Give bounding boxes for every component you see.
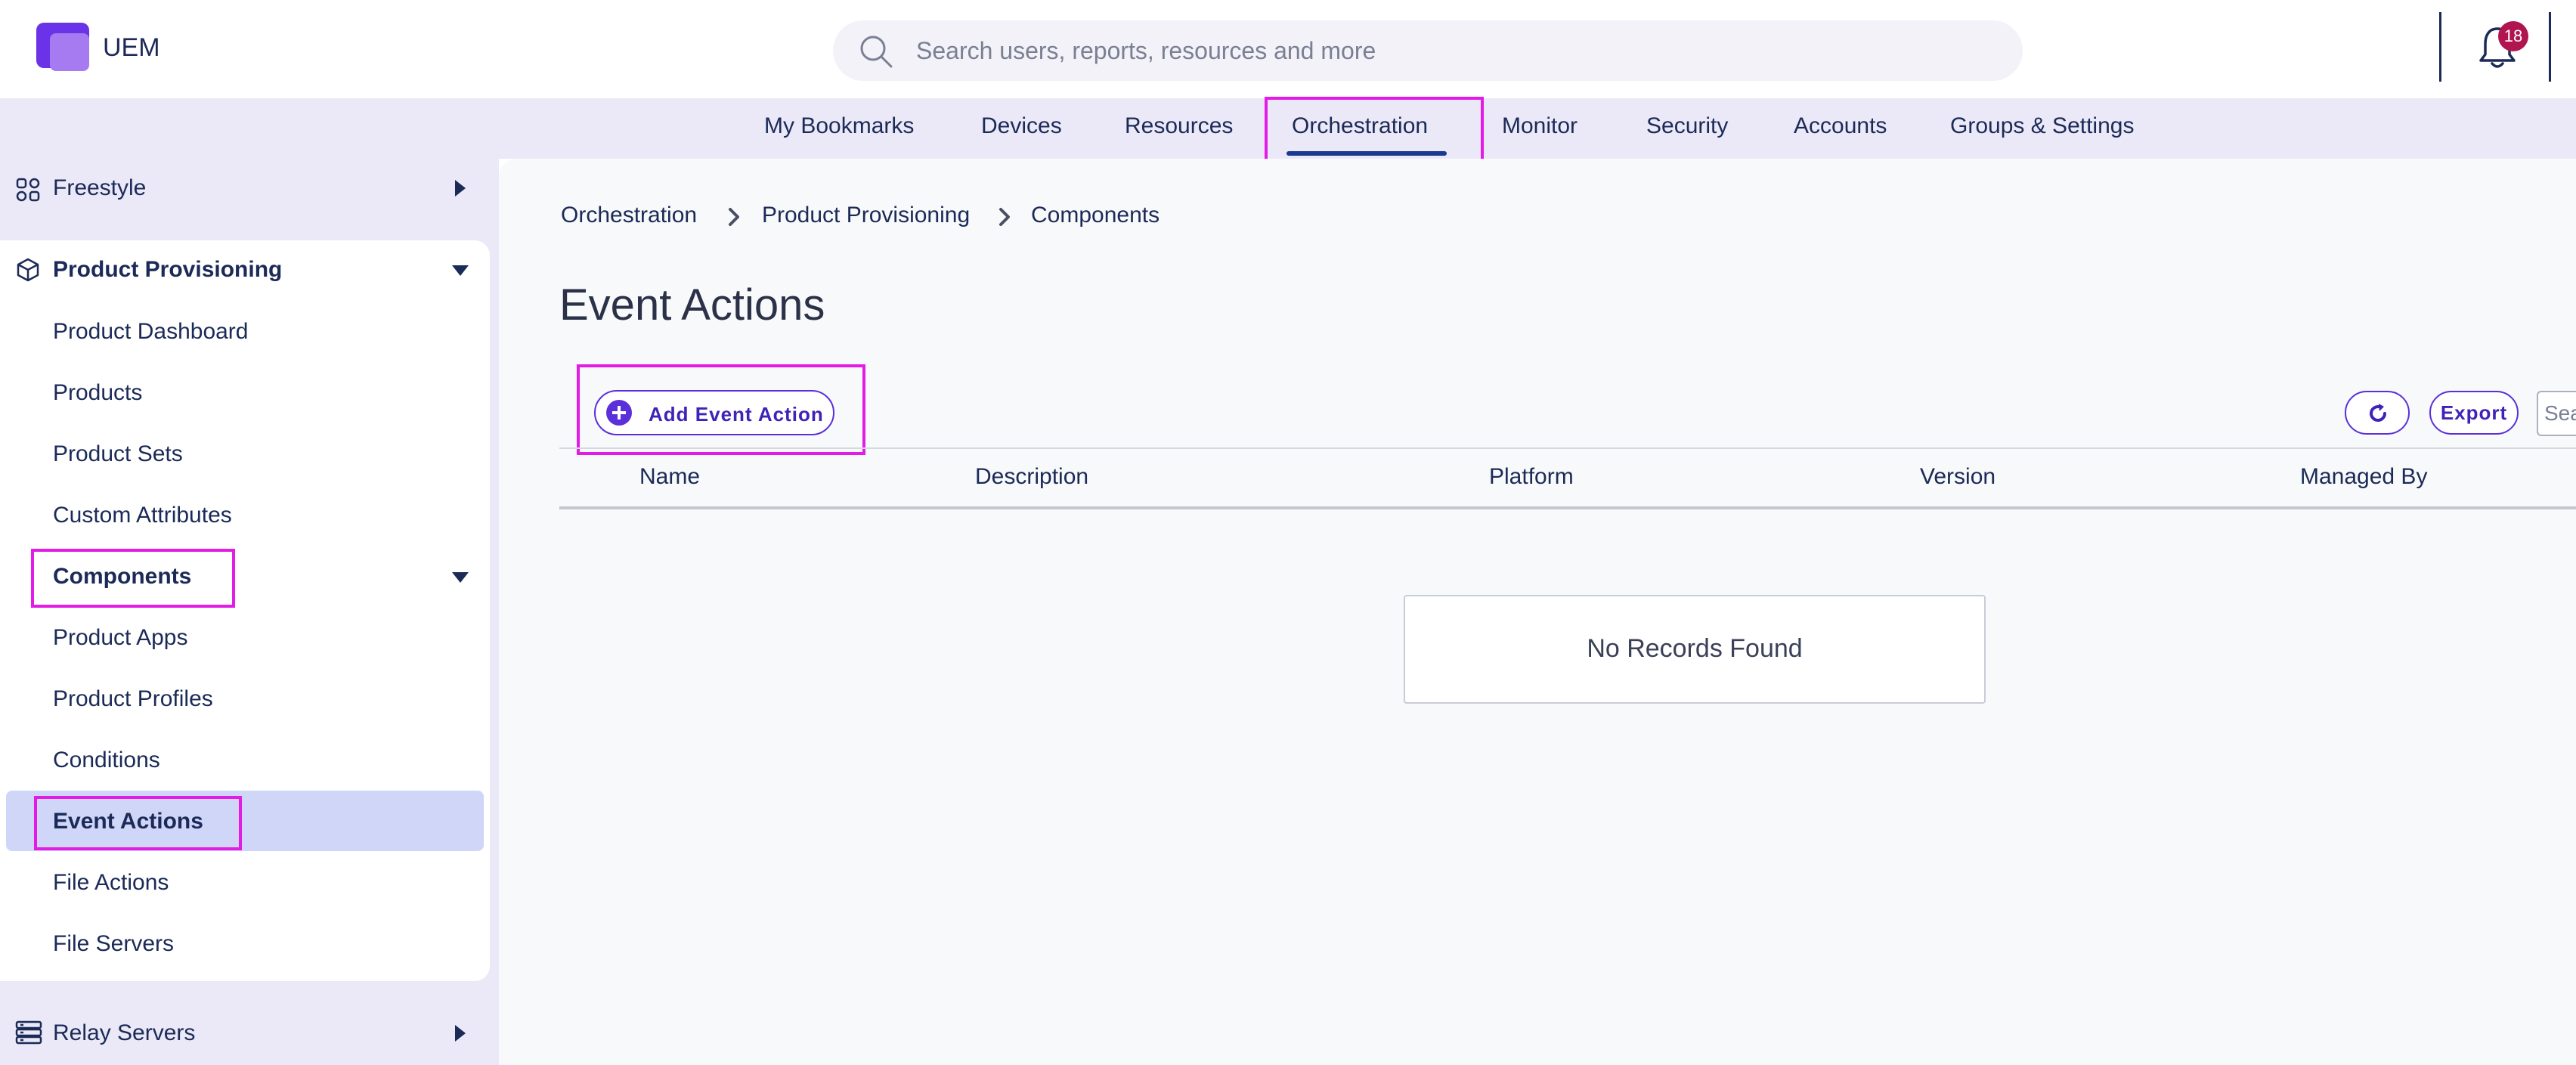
empty-state-message: No Records Found [1587,634,1803,663]
column-header-description[interactable]: Description [975,464,1088,490]
sidebar-item-file-servers[interactable]: File Servers [53,931,174,957]
grid-search-input[interactable] [2537,391,2576,436]
sidebar-item-product-apps[interactable]: Product Apps [53,625,187,651]
chevron-right-icon [729,208,739,226]
refresh-icon [2370,404,2386,422]
tab-resources[interactable]: Resources [1125,113,1233,139]
tab-groups-settings[interactable]: Groups & Settings [1950,113,2134,139]
tab-accounts[interactable]: Accounts [1794,113,1887,139]
breadcrumb-components[interactable]: Components [1031,203,1160,228]
box-icon [17,258,39,282]
sidebar-item-custom-attributes[interactable]: Custom Attributes [53,503,232,528]
tab-monitor[interactable]: Monitor [1502,113,1577,139]
tab-my-bookmarks[interactable]: My Bookmarks [764,113,914,139]
refresh-button[interactable] [2345,391,2410,435]
column-header-version[interactable]: Version [1920,464,1995,490]
sidebar-item-products[interactable]: Products [53,380,142,406]
global-search[interactable] [833,20,2023,81]
sidebar-item-product-dashboard[interactable]: Product Dashboard [53,319,249,345]
sidebar-item-relay-servers[interactable]: Relay Servers [53,1020,195,1046]
page-title: Event Actions [559,280,825,330]
chevron-down-icon[interactable] [452,572,469,583]
sidebar-item-freestyle[interactable]: Freestyle [53,175,146,201]
notification-badge: 18 [2498,21,2528,51]
empty-state: No Records Found [1404,595,1986,704]
chevron-down-icon[interactable] [452,265,469,276]
column-header-managed-by[interactable]: Managed By [2300,464,2427,490]
column-header-platform[interactable]: Platform [1489,464,1574,490]
highlight-box [34,796,242,850]
sidebar-item-product-profiles[interactable]: Product Profiles [53,686,213,712]
sidebar-item-product-sets[interactable]: Product Sets [53,441,183,467]
chevron-right-icon [999,208,1010,226]
tab-devices[interactable]: Devices [981,113,1062,139]
header-divider [2439,12,2441,82]
highlight-box [577,364,865,455]
freestyle-icon [16,178,40,202]
sidebar-item-file-actions[interactable]: File Actions [53,870,169,896]
breadcrumb-product-provisioning[interactable]: Product Provisioning [762,203,970,228]
chevron-right-icon[interactable] [455,180,466,197]
sidebar-item-conditions[interactable]: Conditions [53,748,160,773]
export-button[interactable]: Export [2429,391,2519,435]
app-logo[interactable] [36,23,89,71]
chevron-right-icon[interactable] [455,1025,466,1042]
breadcrumb-orchestration[interactable]: Orchestration [561,203,697,228]
app-name: UEM [103,33,160,62]
highlight-box [31,549,235,608]
search-input[interactable] [916,20,1989,81]
sidebar-item-product-provisioning[interactable]: Product Provisioning [53,257,282,283]
search-icon [860,36,893,68]
table-header-bottom-border [559,506,2576,509]
server-icon [15,1020,42,1045]
table-header-top-border [559,447,2576,449]
tab-security[interactable]: Security [1646,113,1728,139]
column-header-name[interactable]: Name [639,464,700,490]
header-divider [2549,12,2551,82]
